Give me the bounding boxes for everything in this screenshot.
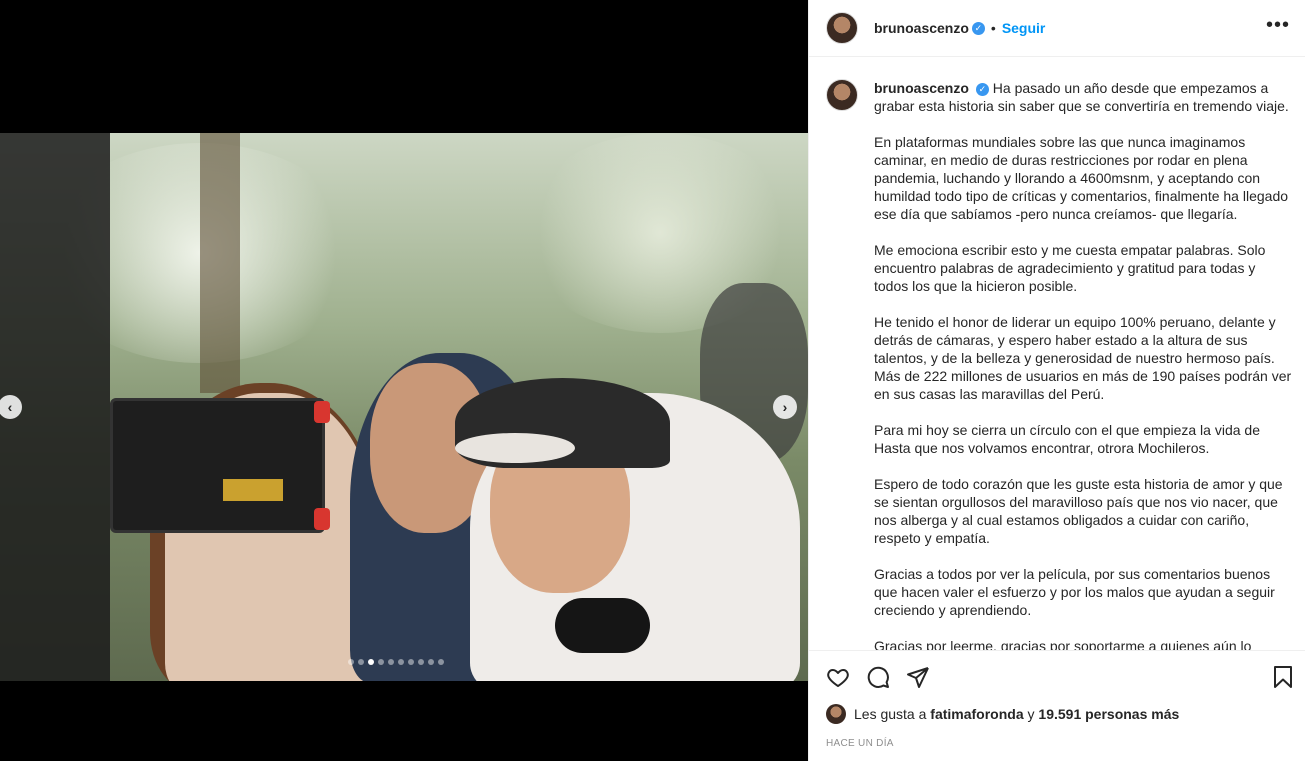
avatar[interactable] <box>826 79 858 111</box>
carousel-dot <box>408 659 414 665</box>
monitor-label <box>223 479 283 501</box>
headphones <box>555 598 650 653</box>
verified-badge-icon: ✓ <box>971 21 985 35</box>
post-timestamp[interactable]: HACE UN DÍA <box>826 738 894 749</box>
carousel-dot <box>388 659 394 665</box>
likes-conjunction: y <box>1027 706 1035 722</box>
heart-icon[interactable] <box>826 665 850 694</box>
author-username[interactable]: brunoascenzo <box>874 20 969 36</box>
media-viewer: ‹ › <box>0 0 808 761</box>
caption-paragraph: Me emociona escribir esto y me cuesta em… <box>874 241 1292 295</box>
caption-username[interactable]: brunoascenzo <box>874 80 969 96</box>
caption-text: Gracias a todos por ver la película, por… <box>874 566 1275 618</box>
carousel-dot <box>368 659 374 665</box>
post-header: brunoascenzo ✓ • Seguir ••• <box>809 0 1305 57</box>
caption-text: Me emociona escribir esto y me cuesta em… <box>874 242 1266 294</box>
avatar[interactable] <box>826 704 846 724</box>
carousel-indicator <box>348 659 444 665</box>
carousel-next-button[interactable]: › <box>773 395 797 419</box>
carousel-dot <box>378 659 384 665</box>
caption-scroll-area[interactable]: brunoascenzo ✓ Ha pasado un año desde que… <box>809 57 1305 650</box>
caption-text: Gracias por leerme, gracias por soportar… <box>874 638 1252 650</box>
post-photo[interactable] <box>0 133 808 681</box>
camera-monitor <box>110 398 330 533</box>
carousel-dot <box>428 659 434 665</box>
liker-username[interactable]: fatimaforonda <box>930 706 1023 722</box>
caption-text: Para mi hoy se cierra un círculo con el … <box>874 422 1260 456</box>
caption-paragraph: He tenido el honor de liderar un equipo … <box>874 313 1292 403</box>
caption-paragraph: brunoascenzo ✓ Ha pasado un año desde que… <box>874 79 1292 115</box>
monitor-knob <box>314 401 330 423</box>
caption-text: En plataformas mundiales sobre las que n… <box>874 134 1289 222</box>
likes-summary: Les gusta a fatimaforonda y 19.591 perso… <box>826 704 1179 724</box>
carousel-dot <box>348 659 354 665</box>
header-separator: • <box>990 20 996 36</box>
chevron-right-icon: › <box>782 399 788 415</box>
action-bar <box>809 650 1305 702</box>
carousel-dot <box>418 659 424 665</box>
follow-button[interactable]: Seguir <box>1002 20 1046 36</box>
caption-text: He tenido el honor de liderar un equipo … <box>874 314 1292 402</box>
background-tree <box>200 133 240 393</box>
caption-body: brunoascenzo ✓ Ha pasado un año desde que… <box>874 79 1292 650</box>
caption: brunoascenzo ✓ Ha pasado un año desde que… <box>826 79 1292 650</box>
avatar[interactable] <box>826 12 858 44</box>
caption-text: Espero de todo corazón que les guste est… <box>874 476 1283 546</box>
post-side-panel: brunoascenzo ✓ • Seguir ••• brunoascenzo… <box>808 0 1305 761</box>
bookmark-icon[interactable] <box>1271 665 1295 694</box>
caption-paragraph: Gracias a todos por ver la película, por… <box>874 565 1292 619</box>
carousel-dot <box>438 659 444 665</box>
chevron-left-icon: ‹ <box>7 399 13 415</box>
share-icon[interactable] <box>906 665 930 694</box>
caption-paragraph: Para mi hoy se cierra un círculo con el … <box>874 421 1292 457</box>
monitor-knob <box>314 508 330 530</box>
verified-badge-icon: ✓ <box>975 82 989 96</box>
likes-prefix: Les gusta a <box>854 706 927 722</box>
comment-icon[interactable] <box>866 665 890 694</box>
carousel-dot <box>358 659 364 665</box>
caption-paragraph: En plataformas mundiales sobre las que n… <box>874 133 1292 223</box>
carousel-dot <box>398 659 404 665</box>
likes-count[interactable]: 19.591 personas más <box>1038 706 1179 722</box>
caption-paragraph: Gracias por leerme, gracias por soportar… <box>874 637 1292 650</box>
more-options-icon[interactable]: ••• <box>1266 14 1290 37</box>
caption-paragraph: Espero de todo corazón que les guste est… <box>874 475 1292 547</box>
cap-brim <box>455 433 575 463</box>
